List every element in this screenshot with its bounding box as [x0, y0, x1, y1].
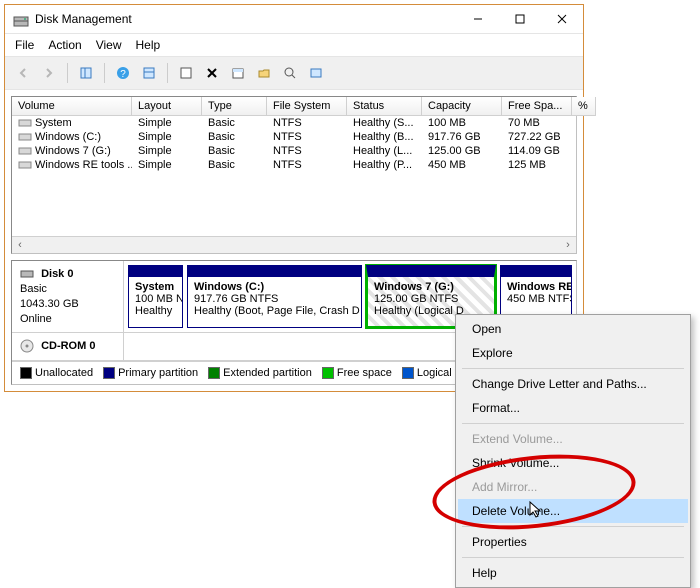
- volume-list: Volume Layout Type File System Status Ca…: [11, 96, 577, 254]
- horizontal-scrollbar[interactable]: ‹ ›: [12, 236, 576, 253]
- col-status[interactable]: Status: [347, 97, 422, 116]
- help-icon[interactable]: ?: [111, 61, 135, 85]
- settings-icon[interactable]: [137, 61, 161, 85]
- ctx-shrink-volume[interactable]: Shrink Volume...: [458, 451, 688, 475]
- menu-file[interactable]: File: [15, 38, 34, 52]
- ctx-help[interactable]: Help: [458, 561, 688, 585]
- drive-icon: [18, 146, 32, 156]
- properties-icon[interactable]: [226, 61, 250, 85]
- ctx-format[interactable]: Format...: [458, 396, 688, 420]
- table-row[interactable]: Windows 7 (G:)SimpleBasicNTFSHealthy (L.…: [12, 144, 576, 158]
- context-menu: Open Explore Change Drive Letter and Pat…: [455, 314, 691, 588]
- ctx-separator: [462, 423, 684, 424]
- disk-icon: [20, 267, 34, 281]
- cdrom-label[interactable]: CD-ROM 0: [12, 333, 124, 360]
- drive-icon: [18, 160, 32, 170]
- col-layout[interactable]: Layout: [132, 97, 202, 116]
- col-pct[interactable]: %: [572, 97, 596, 116]
- scroll-left-icon[interactable]: ‹: [12, 239, 28, 251]
- col-fs[interactable]: File System: [267, 97, 347, 116]
- ctx-open[interactable]: Open: [458, 317, 688, 341]
- refresh-icon[interactable]: [174, 61, 198, 85]
- open-icon[interactable]: [252, 61, 276, 85]
- maximize-button[interactable]: [499, 5, 541, 33]
- window-title: Disk Management: [35, 12, 457, 26]
- disk0-state: Online: [20, 313, 52, 325]
- back-button[interactable]: [11, 61, 35, 85]
- ctx-delete-volume[interactable]: Delete Volume...: [458, 499, 688, 523]
- ctx-separator: [462, 557, 684, 558]
- forward-button[interactable]: [37, 61, 61, 85]
- close-button[interactable]: [541, 5, 583, 33]
- disk0-name: Disk 0: [41, 268, 73, 280]
- drive-icon: [18, 118, 32, 128]
- menu-action[interactable]: Action: [48, 38, 81, 52]
- disk0-type: Basic: [20, 283, 47, 295]
- menubar: File Action View Help: [5, 34, 583, 57]
- menu-help[interactable]: Help: [136, 38, 161, 52]
- partition-system[interactable]: System 100 MB N Healthy: [128, 265, 183, 328]
- toolbar: ?: [5, 57, 583, 90]
- show-hide-console-tree-icon[interactable]: [74, 61, 98, 85]
- legend-unallocated-swatch: [20, 367, 32, 379]
- partition-windows-c[interactable]: Windows (C:) 917.76 GB NTFS Healthy (Boo…: [187, 265, 362, 328]
- disk0-size: 1043.30 GB: [20, 298, 79, 310]
- rescan-icon[interactable]: [304, 61, 328, 85]
- scroll-right-icon[interactable]: ›: [560, 239, 576, 251]
- col-type[interactable]: Type: [202, 97, 267, 116]
- ctx-extend-volume: Extend Volume...: [458, 427, 688, 451]
- drive-icon: [18, 132, 32, 142]
- zoom-icon[interactable]: [278, 61, 302, 85]
- menu-view[interactable]: View: [96, 38, 122, 52]
- svg-text:?: ?: [120, 69, 126, 80]
- titlebar: Disk Management: [5, 5, 583, 34]
- ctx-add-mirror: Add Mirror...: [458, 475, 688, 499]
- col-capacity[interactable]: Capacity: [422, 97, 502, 116]
- ctx-separator: [462, 368, 684, 369]
- ctx-properties[interactable]: Properties: [458, 530, 688, 554]
- legend-free-swatch: [322, 367, 334, 379]
- col-free[interactable]: Free Spa...: [502, 97, 572, 116]
- delete-icon[interactable]: [200, 61, 224, 85]
- ctx-change-drive-letter[interactable]: Change Drive Letter and Paths...: [458, 372, 688, 396]
- app-icon: [13, 11, 29, 27]
- cdrom-icon: [20, 339, 34, 353]
- table-row[interactable]: SystemSimpleBasicNTFSHealthy (S...100 MB…: [12, 116, 576, 130]
- legend-primary-swatch: [103, 367, 115, 379]
- col-volume[interactable]: Volume: [12, 97, 132, 116]
- ctx-separator: [462, 526, 684, 527]
- cdrom-name: CD-ROM 0: [41, 340, 95, 352]
- disk0-label[interactable]: Disk 0 Basic 1043.30 GB Online: [12, 261, 124, 332]
- legend-logical-swatch: [402, 367, 414, 379]
- ctx-explore[interactable]: Explore: [458, 341, 688, 365]
- table-row[interactable]: Windows RE tools ...SimpleBasicNTFSHealt…: [12, 158, 576, 172]
- minimize-button[interactable]: [457, 5, 499, 33]
- table-row[interactable]: Windows (C:)SimpleBasicNTFSHealthy (B...…: [12, 130, 576, 144]
- legend-extended-swatch: [208, 367, 220, 379]
